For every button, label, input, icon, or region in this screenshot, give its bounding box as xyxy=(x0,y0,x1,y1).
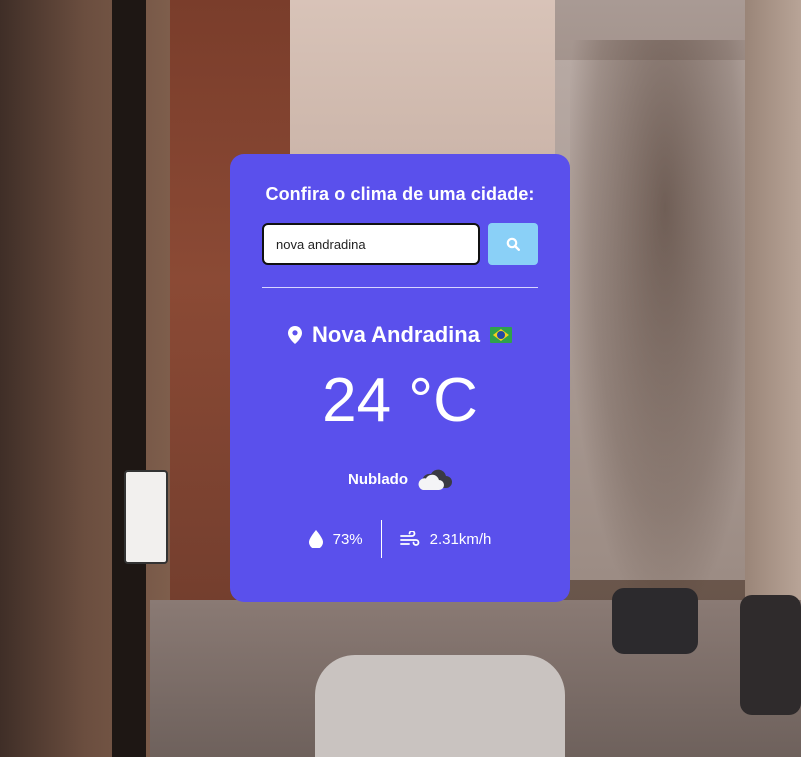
building xyxy=(745,0,801,650)
divider xyxy=(262,287,538,288)
car xyxy=(315,655,565,757)
water-drop-icon xyxy=(308,530,323,548)
tree xyxy=(570,40,760,600)
city-row: Nova Andradina xyxy=(262,322,538,348)
wind-icon xyxy=(399,531,420,546)
city-search-input[interactable] xyxy=(262,223,480,265)
pole xyxy=(112,0,146,757)
humidity-value: 73% xyxy=(332,530,363,548)
card-heading: Confira o clima de uma cidade: xyxy=(265,184,535,204)
brazil-flag-icon xyxy=(489,327,512,343)
weather-card: Confira o clima de uma cidade: Nova Andr… xyxy=(230,154,570,602)
parking-sign xyxy=(124,470,168,564)
car xyxy=(612,588,698,654)
stats-row: 73% 2.31km/h xyxy=(262,520,538,558)
search-button[interactable] xyxy=(488,223,538,265)
condition-text: Nublado xyxy=(348,470,408,488)
city-name: Nova Andradina xyxy=(312,322,480,347)
cloud-icon xyxy=(418,469,452,490)
condition-row: Nublado xyxy=(262,466,538,492)
wind-value: 2.31km/h xyxy=(429,530,492,548)
location-pin-icon xyxy=(288,326,303,344)
wind: 2.31km/h xyxy=(382,531,510,548)
temperature: 24 °C xyxy=(322,366,478,435)
car xyxy=(740,595,801,715)
search-icon xyxy=(506,237,520,251)
search-row xyxy=(262,223,538,265)
humidity: 73% xyxy=(291,530,381,548)
